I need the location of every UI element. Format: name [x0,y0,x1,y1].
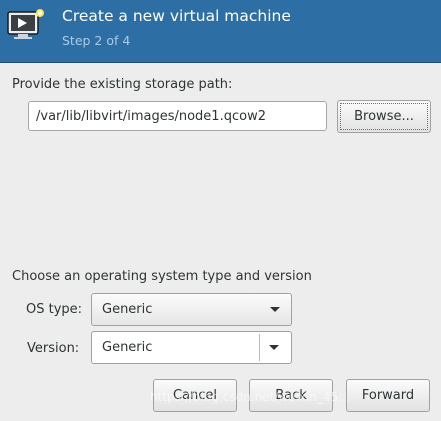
chevron-down-icon [270,307,280,312]
virtual-machine-monitor-icon [7,9,44,39]
wizard-header: Create a new virtual machine Step 2 of 4 [0,0,441,63]
back-button[interactable]: Back [249,379,333,412]
os-type-value: Generic [102,302,153,317]
version-value: Generic [102,340,153,355]
chevron-down-icon[interactable] [269,345,279,350]
storage-path-label: Provide the existing storage path: [12,77,233,92]
forward-button[interactable]: Forward [346,379,430,412]
version-label: Version: [27,341,80,356]
wizard-title: Create a new virtual machine [62,7,291,25]
forward-button-label: Forward [361,388,415,403]
version-combo[interactable]: Generic [91,331,292,364]
browse-button-label: Browse... [340,103,428,130]
cancel-button-label: Cancel [172,388,218,403]
cancel-button[interactable]: Cancel [153,379,237,412]
wizard-step-indicator: Step 2 of 4 [62,33,131,48]
os-section-label: Choose an operating system type and vers… [12,269,312,284]
combo-separator [259,334,260,361]
os-type-select[interactable]: Generic [91,293,292,326]
storage-path-input[interactable]: /var/lib/libvirt/images/node1.qcow2 [28,101,327,131]
browse-button[interactable]: Browse... [337,100,431,133]
back-button-label: Back [275,388,307,403]
os-type-label: OS type: [26,302,83,317]
